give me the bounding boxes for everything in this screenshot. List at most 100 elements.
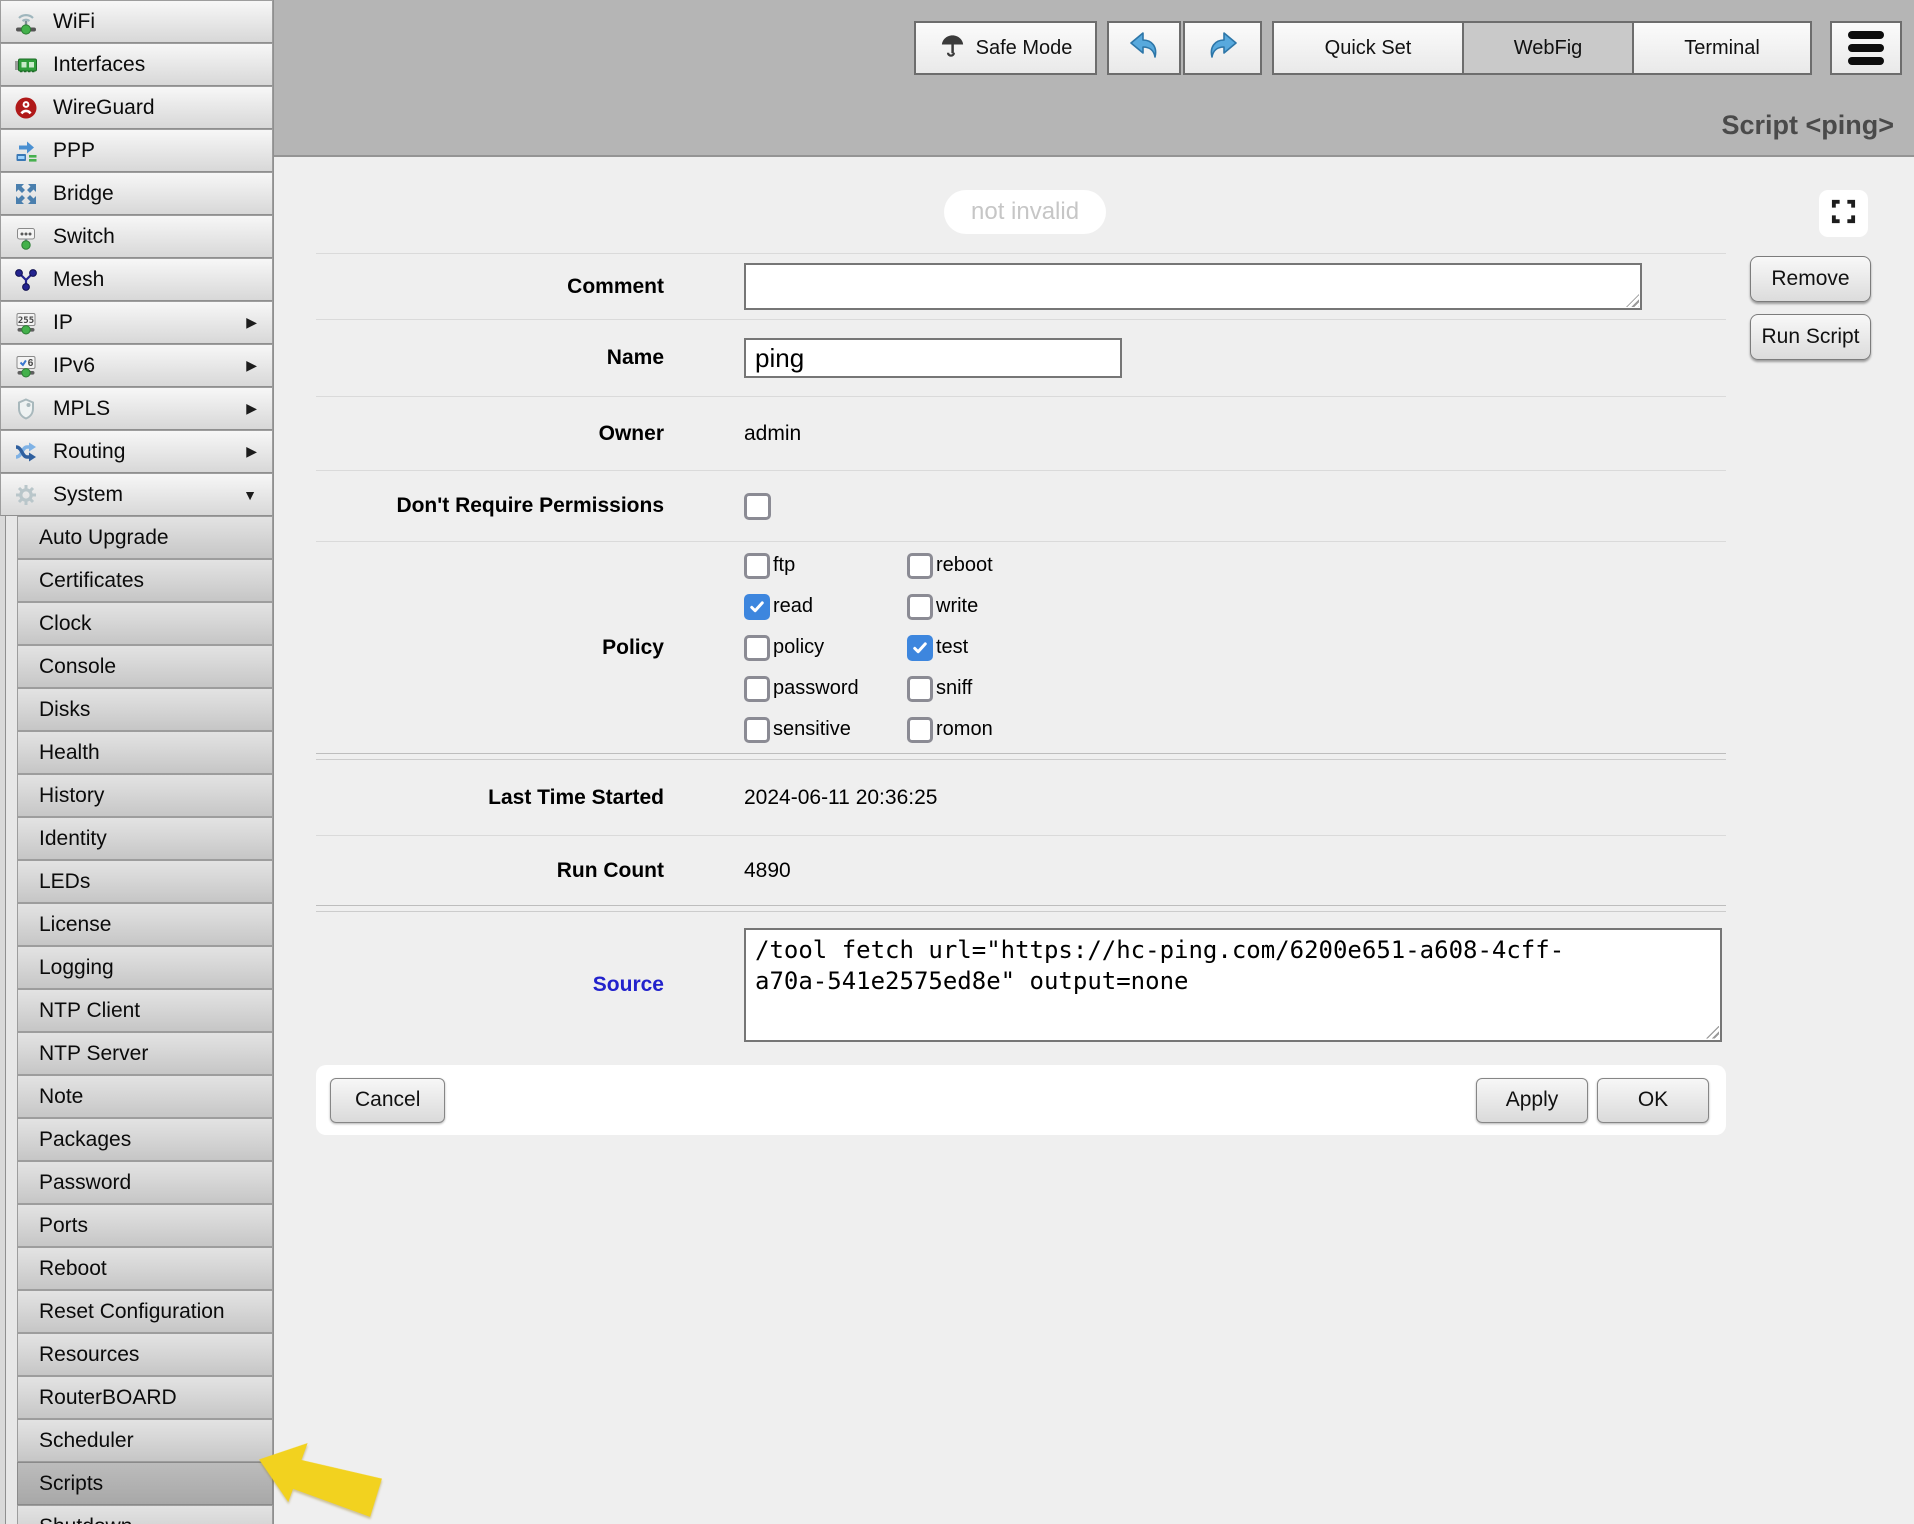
sidebar-item-history[interactable]: History	[17, 774, 273, 817]
sidebar-item-wireguard[interactable]: WireGuard	[0, 86, 273, 129]
name-label: Name	[316, 346, 664, 370]
sidebar-item-resources[interactable]: Resources	[17, 1333, 273, 1376]
sidebar-item-label: Logging	[39, 956, 114, 980]
sidebar-item-reset-configuration[interactable]: Reset Configuration	[17, 1290, 273, 1333]
run-script-label: Run Script	[1761, 325, 1859, 349]
resize-handle-icon[interactable]	[1706, 1026, 1719, 1039]
policy-option-sniff: sniff	[907, 668, 993, 709]
policy-checkbox-reboot[interactable]	[907, 553, 933, 579]
status-badge: not invalid	[944, 190, 1106, 234]
policy-label: Policy	[316, 636, 664, 660]
source-input[interactable]: /tool fetch url="https://hc-ping.com/620…	[744, 928, 1722, 1042]
owner-value: admin	[744, 422, 801, 446]
sidebar-item-system[interactable]: System▼	[0, 473, 273, 516]
sidebar-item-packages[interactable]: Packages	[17, 1118, 273, 1161]
sidebar-item-logging[interactable]: Logging	[17, 946, 273, 989]
sidebar-item-ipv6[interactable]: 6IPv6▶	[0, 344, 273, 387]
comment-input[interactable]	[744, 263, 1642, 310]
sidebar-item-note[interactable]: Note	[17, 1075, 273, 1118]
sidebar-item-console[interactable]: Console	[17, 645, 273, 688]
resize-handle-icon[interactable]	[1626, 294, 1639, 307]
policy-checkbox-ftp[interactable]	[744, 553, 770, 579]
apply-button[interactable]: Apply	[1476, 1078, 1588, 1123]
policy-checkbox-label: sensitive	[773, 718, 851, 741]
policy-checkbox-write[interactable]	[907, 594, 933, 620]
sidebar-item-routerboard[interactable]: RouterBOARD	[17, 1376, 273, 1419]
sidebar-item-certificates[interactable]: Certificates	[17, 559, 273, 602]
comment-label: Comment	[316, 275, 664, 299]
policy-checkbox-romon[interactable]	[907, 717, 933, 743]
dont-require-permissions-checkbox[interactable]	[744, 493, 771, 520]
sidebar-item-password[interactable]: Password	[17, 1161, 273, 1204]
sidebar-item-label: WireGuard	[53, 96, 155, 120]
sidebar-item-label: IPv6	[53, 354, 95, 378]
tab-webfig[interactable]: WebFig	[1462, 21, 1634, 75]
sidebar-item-label: Certificates	[39, 569, 144, 593]
safe-mode-button[interactable]: Safe Mode	[914, 21, 1097, 75]
undo-button[interactable]	[1107, 21, 1181, 75]
sidebar-item-ip[interactable]: 255IP▶	[0, 301, 273, 344]
policy-checkbox-policy[interactable]	[744, 635, 770, 661]
policy-column-1: ftpreadpolicypasswordsensitive	[744, 545, 907, 750]
sidebar-item-ports[interactable]: Ports	[17, 1204, 273, 1247]
name-input[interactable]: ping	[744, 338, 1122, 378]
policy-checkbox-test[interactable]	[907, 635, 933, 661]
sidebar-item-disks[interactable]: Disks	[17, 688, 273, 731]
sidebar-item-auto-upgrade[interactable]: Auto Upgrade	[17, 516, 273, 559]
quick-set-label: Quick Set	[1325, 37, 1412, 60]
sidebar-item-label: Disks	[39, 698, 90, 722]
sidebar-item-label: Health	[39, 741, 100, 765]
sidebar-item-label: Shutdown	[39, 1515, 132, 1524]
sidebar-item-label: MPLS	[53, 397, 110, 421]
sidebar-item-identity[interactable]: Identity	[17, 817, 273, 860]
policy-checkbox-password[interactable]	[744, 676, 770, 702]
run-script-button[interactable]: Run Script	[1750, 314, 1871, 360]
sidebar-item-scripts[interactable]: Scripts	[17, 1462, 273, 1505]
sidebar-system-submenu: Auto Upgrade Certificates ClockConsole Disk…	[5, 516, 273, 1524]
sidebar-item-mesh[interactable]: Mesh	[0, 258, 273, 301]
last-time-started-row: Last Time Started 2024-06-11 20:36:25	[316, 760, 1726, 835]
run-count-label: Run Count	[316, 859, 664, 883]
sidebar-item-scheduler[interactable]: Scheduler	[17, 1419, 273, 1462]
name-row: Name ping	[316, 319, 1726, 396]
interfaces-icon	[11, 50, 41, 80]
cancel-button[interactable]: Cancel	[330, 1078, 445, 1123]
run-count-value: 4890	[744, 859, 791, 883]
policy-checkbox-grid: ftpreadpolicypasswordsensitiverebootwrit…	[744, 545, 993, 750]
ok-button[interactable]: OK	[1597, 1078, 1709, 1123]
policy-checkbox-sniff[interactable]	[907, 676, 933, 702]
sidebar-item-health[interactable]: Health	[17, 731, 273, 774]
policy-checkbox-sensitive[interactable]	[744, 717, 770, 743]
run-count-row: Run Count 4890	[316, 835, 1726, 905]
sidebar-item-label: LEDs	[39, 870, 90, 894]
policy-checkbox-read[interactable]	[744, 594, 770, 620]
sidebar-item-interfaces[interactable]: Interfaces	[0, 43, 273, 86]
hamburger-menu-button[interactable]	[1830, 21, 1902, 75]
sidebar-item-ntp-client[interactable]: NTP Client	[17, 989, 273, 1032]
sidebar-item-reboot[interactable]: Reboot	[17, 1247, 273, 1290]
sidebar-item-shutdown[interactable]: Shutdown	[17, 1505, 273, 1524]
tab-terminal[interactable]: Terminal	[1632, 21, 1812, 75]
policy-option-policy: policy	[744, 627, 907, 668]
tab-quick-set[interactable]: Quick Set	[1272, 21, 1464, 75]
sidebar-item-routing[interactable]: Routing▶	[0, 430, 273, 473]
sidebar-item-license[interactable]: License	[17, 903, 273, 946]
sidebar-item-ntp-server[interactable]: NTP Server	[17, 1032, 273, 1075]
sidebar-item-mpls[interactable]: MPLS▶	[0, 387, 273, 430]
sidebar-item-clock[interactable]: Clock	[17, 602, 273, 645]
svg-text:6: 6	[28, 358, 34, 369]
fullscreen-button[interactable]	[1819, 190, 1868, 237]
remove-button[interactable]: Remove	[1750, 256, 1871, 302]
sidebar-item-ppp[interactable]: PPP	[0, 129, 273, 172]
policy-checkbox-label: write	[936, 595, 978, 618]
policy-option-test: test	[907, 627, 993, 668]
bridge-icon	[11, 179, 41, 209]
mesh-icon	[11, 265, 41, 295]
redo-button[interactable]	[1183, 21, 1262, 75]
sidebar-item-wifi[interactable]: WiFi	[0, 0, 273, 43]
sidebar-item-label: WiFi	[53, 10, 95, 34]
sidebar-item-bridge[interactable]: Bridge	[0, 172, 273, 215]
sidebar-item-label: RouterBOARD	[39, 1386, 177, 1410]
sidebar-item-leds[interactable]: LEDs	[17, 860, 273, 903]
sidebar-item-switch[interactable]: Switch	[0, 215, 273, 258]
